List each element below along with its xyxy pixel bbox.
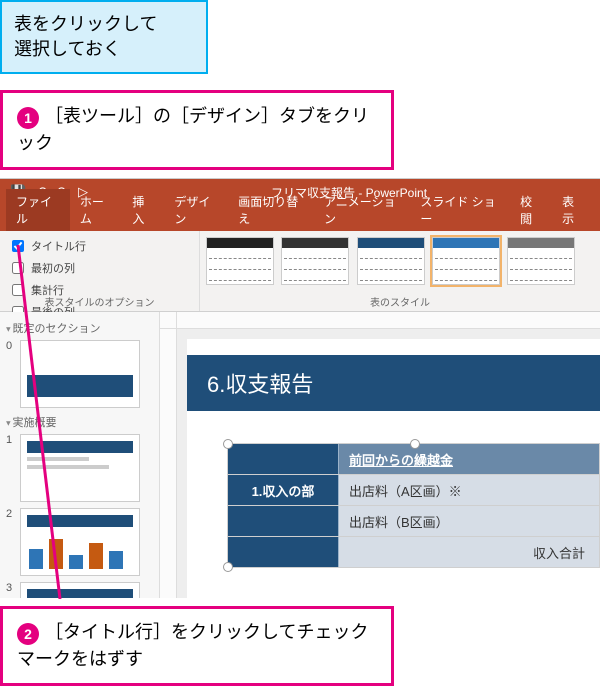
table-header-cell[interactable]: 前回からの繰越金 (339, 444, 599, 474)
canvas-wrap: 6.収支報告 前回からの繰越金 1.収入の部 出店料（A区画）※ (160, 312, 600, 598)
opt-header-row[interactable]: タイトル行 (8, 237, 98, 255)
checkbox-first-col[interactable] (12, 262, 24, 274)
tab-insert[interactable]: 挿入 (122, 189, 164, 231)
step2-badge: 2 (17, 623, 39, 645)
ruler-vertical (160, 329, 177, 598)
ribbon: タイトル行 最初の列 集計行 最後の列 縞模様 (行) 縞模様 (列) 表スタイ… (0, 231, 600, 312)
table-cell[interactable]: 出店料（A区画）※ (339, 475, 599, 505)
thumb-3[interactable]: 3 (6, 582, 153, 598)
styles-group-label: 表のスタイル (200, 294, 600, 309)
table-style-3[interactable] (357, 237, 425, 285)
ruler-horizontal (177, 312, 600, 329)
thumb-1[interactable]: 1 (6, 434, 153, 502)
table-style-2[interactable] (281, 237, 349, 285)
options-group-label: 表スタイルのオプション (0, 294, 199, 309)
table-row[interactable]: 1.収入の部 出店料（A区画）※ (228, 475, 599, 506)
slide-title[interactable]: 6.収支報告 (187, 355, 600, 411)
table-cell[interactable] (228, 444, 339, 474)
table-row[interactable]: 前回からの繰越金 (228, 444, 599, 475)
ribbon-tabs: ファイル ホーム 挿入 デザイン 画面切り替え アニメーション スライド ショー… (0, 205, 600, 231)
table-cell[interactable]: 収入合計 (339, 537, 599, 567)
step2-callout: 2［タイトル行］をクリックしてチェックマークをはずす (0, 606, 394, 686)
slide-canvas[interactable]: 6.収支報告 前回からの繰越金 1.収入の部 出店料（A区画）※ (177, 329, 600, 598)
tab-transitions[interactable]: 画面切り替え (228, 189, 314, 231)
tab-home[interactable]: ホーム (70, 189, 123, 231)
table-style-1[interactable] (206, 237, 274, 285)
step1-callout: 1［表ツール］の［デザイン］タブをクリック (0, 90, 394, 170)
tab-file[interactable]: ファイル (6, 189, 70, 231)
table-handle[interactable] (410, 439, 420, 449)
section-overview[interactable]: 実施概要 (6, 414, 153, 430)
editor-area: 既定のセクション 0 実施概要 1 2 3 (0, 312, 600, 598)
table[interactable]: 前回からの繰越金 1.収入の部 出店料（A区画）※ 出店料（B区画） (227, 443, 600, 568)
tab-view[interactable]: 表示 (552, 189, 594, 231)
checkbox-header-row[interactable] (12, 240, 24, 252)
table-cell[interactable]: 出店料（B区画） (339, 506, 599, 536)
table-styles-group: 表のスタイル (200, 231, 600, 311)
table-style-options-group: タイトル行 最初の列 集計行 最後の列 縞模様 (行) 縞模様 (列) 表スタイ… (0, 231, 200, 311)
table-row-header[interactable]: 1.収入の部 (228, 475, 339, 505)
thumb-2[interactable]: 2 (6, 508, 153, 576)
thumb-0[interactable]: 0 (6, 340, 153, 408)
table-cell[interactable] (228, 537, 339, 567)
step1-badge: 1 (17, 107, 39, 129)
tab-review[interactable]: 校閲 (510, 189, 552, 231)
table-cell[interactable] (228, 506, 339, 536)
table-style-4[interactable] (432, 237, 500, 285)
hint-callout: 表をクリックして 選択しておく (0, 0, 208, 74)
slide: 6.収支報告 前回からの繰越金 1.収入の部 出店料（A区画）※ (187, 339, 600, 598)
tab-design[interactable]: デザイン (164, 189, 228, 231)
table-handle[interactable] (223, 562, 233, 572)
table-style-5[interactable] (507, 237, 575, 285)
table-row[interactable]: 収入合計 (228, 537, 599, 567)
powerpoint-window: 💾 ↶ ↷ ▷ フリマ収支報告 - PowerPoint ファイル ホーム 挿入… (0, 178, 600, 598)
step2-text: ［タイトル行］をクリックしてチェックマークをはずす (17, 622, 368, 669)
step1-text: ［表ツール］の［デザイン］タブをクリック (17, 106, 369, 153)
section-default[interactable]: 既定のセクション (6, 320, 153, 336)
tab-animations[interactable]: アニメーション (314, 189, 410, 231)
tab-slideshow[interactable]: スライド ショー (410, 189, 510, 231)
table-row[interactable]: 出店料（B区画） (228, 506, 599, 537)
opt-first-col[interactable]: 最初の列 (8, 259, 98, 277)
slide-thumbnails-pane[interactable]: 既定のセクション 0 実施概要 1 2 3 (0, 312, 160, 598)
